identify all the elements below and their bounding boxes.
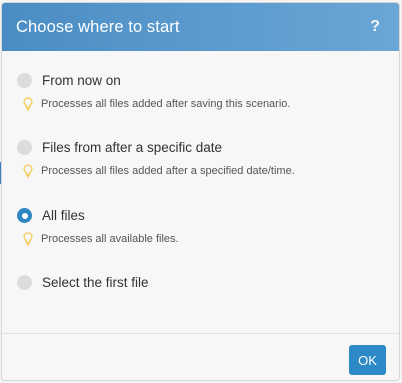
lightbulb-icon [23,232,33,246]
option-all-files: All files Processes all available files. [17,208,179,246]
lightbulb-icon [23,164,33,178]
radio-button[interactable] [17,73,32,88]
hint-text: Processes all files added after saving t… [41,98,291,110]
option-hint: Processes all available files. [23,232,179,246]
option-label: Select the first file [42,275,149,290]
dialog-header: Choose where to start ? [2,3,399,51]
radio-row-select-first-file[interactable]: Select the first file [17,275,149,290]
hint-text: Processes all available files. [41,233,179,245]
option-hint: Processes all files added after a specif… [23,164,295,178]
option-select-first-file: Select the first file [17,275,149,290]
lightbulb-icon [23,97,33,111]
option-hint: Processes all files added after saving t… [23,97,290,111]
ok-button[interactable]: OK [349,345,386,375]
radio-button[interactable] [17,140,32,155]
choose-start-dialog: Choose where to start ? From now on Proc… [1,2,400,381]
dialog-footer: OK [2,333,399,380]
radio-row-from-now-on[interactable]: From now on [17,73,290,88]
radio-row-all-files[interactable]: All files [17,208,179,223]
hint-text: Processes all files added after a specif… [41,165,295,177]
option-from-now-on: From now on Processes all files added af… [17,73,290,111]
option-label: Files from after a specific date [42,140,223,155]
radio-button[interactable] [17,275,32,290]
option-label: From now on [42,73,121,88]
dialog-title: Choose where to start [16,17,180,36]
help-icon[interactable]: ? [370,18,385,36]
option-label: All files [42,208,85,223]
radio-row-specific-date[interactable]: Files from after a specific date [17,140,295,155]
radio-button-selected[interactable] [17,208,32,223]
option-specific-date: Files from after a specific date Process… [17,140,295,178]
